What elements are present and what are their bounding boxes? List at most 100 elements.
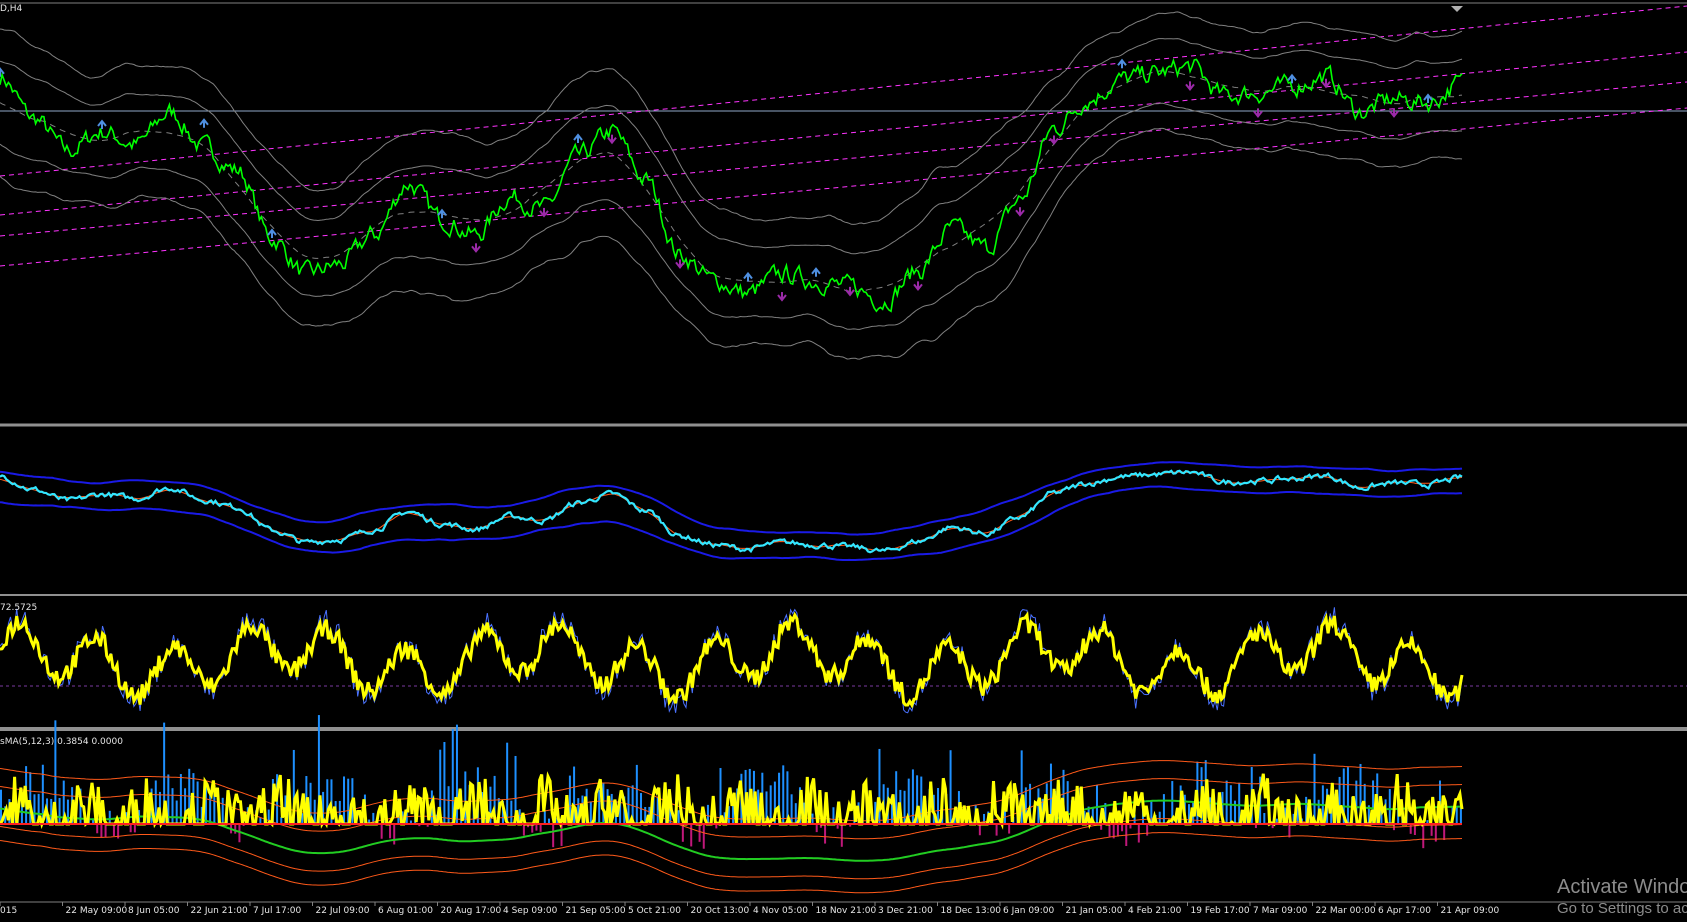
histogram-bar-negative	[104, 824, 107, 837]
time-tick-label: 015	[0, 906, 18, 916]
time-tick-label: 20 Oct 13:00	[690, 906, 750, 916]
time-tick-label: 18 Dec 13:00	[940, 906, 1002, 916]
histogram-bar-negative	[815, 824, 818, 833]
histogram-bar-positive	[1225, 780, 1228, 824]
histogram-bar-positive	[209, 793, 212, 824]
time-tick-label: 21 Apr 09:00	[1440, 906, 1500, 916]
time-tick-label: 4 Feb 21:00	[1128, 906, 1182, 916]
time-tick-label: 21 Sep 05:00	[565, 906, 626, 916]
histogram-bar-positive	[1346, 767, 1349, 824]
histogram-bar-negative	[1121, 824, 1124, 832]
histogram-bar-positive	[832, 807, 835, 824]
time-tick-label: 7 Mar 09:00	[1253, 906, 1308, 916]
histogram-bar-positive	[464, 771, 467, 824]
time-tick-label: 8 Jun 05:00	[128, 906, 180, 916]
time-tick-label: 5 Oct 21:00	[628, 906, 681, 916]
time-tick-label: 22 May 09:00	[65, 906, 128, 916]
histogram-bar-positive	[1095, 785, 1098, 824]
histogram-bar-positive	[175, 800, 178, 824]
histogram-bar-positive	[213, 792, 216, 824]
histogram-bar-negative	[978, 824, 981, 836]
time-tick-label: 18 Nov 21:00	[815, 906, 877, 916]
pane3-label: 72.5725	[0, 603, 38, 613]
histogram-bar-positive	[58, 797, 61, 824]
histogram-bar-positive	[196, 781, 199, 824]
histogram-bar-negative	[698, 824, 701, 842]
time-tick-label: 22 Mar 00:00	[1315, 906, 1376, 916]
histogram-bar-positive	[313, 799, 316, 824]
time-tick-label: 6 Jan 09:00	[1003, 906, 1055, 916]
histogram-bar-negative	[1146, 824, 1149, 836]
histogram-bar-negative	[522, 824, 525, 836]
time-tick-label: 19 Feb 17:00	[1190, 906, 1250, 916]
histogram-bar-positive	[598, 789, 601, 824]
histogram-bar-positive	[1388, 789, 1391, 824]
histogram-bar-negative	[1422, 824, 1425, 849]
histogram-bar-negative	[824, 824, 827, 844]
histogram-bar-negative	[112, 824, 115, 837]
histogram-bar-positive	[790, 794, 793, 824]
histogram-bar-positive	[443, 742, 446, 824]
histogram-bar-positive	[1162, 794, 1165, 824]
histogram-bar-negative	[1108, 824, 1111, 837]
histogram-bar-negative	[380, 824, 383, 839]
histogram-bar-positive	[280, 817, 283, 824]
time-tick-label: 3 Dec 21:00	[878, 906, 933, 916]
histogram-bar-positive	[543, 809, 546, 824]
histogram-bar-positive	[1263, 813, 1266, 824]
time-tick-label: 20 Aug 17:00	[440, 906, 502, 916]
pane4-label: sMA(5,12,3) 0.3854 0.0000	[0, 737, 123, 747]
histogram-bar-negative	[393, 824, 396, 845]
time-tick-label: 22 Jun 21:00	[190, 906, 248, 916]
time-tick-label: 6 Apr 17:00	[1378, 906, 1431, 916]
histogram-bar-negative	[1008, 824, 1011, 834]
histogram-bar-positive	[1455, 806, 1458, 824]
histogram-bar-positive	[635, 764, 638, 824]
histogram-bar-negative	[995, 824, 998, 836]
histogram-bar-positive	[983, 813, 986, 824]
histogram-bar-positive	[677, 810, 680, 824]
histogram-bar-positive	[903, 790, 906, 824]
histogram-bar-negative	[690, 824, 693, 847]
histogram-bar-negative	[100, 824, 103, 838]
histogram-bar-negative	[1288, 824, 1291, 838]
histogram-bar-negative	[96, 824, 99, 834]
histogram-bar-negative	[1137, 824, 1140, 843]
histogram-bar-positive	[1158, 811, 1161, 824]
chart-background	[0, 0, 1687, 922]
time-tick-label: 7 Jul 17:00	[253, 906, 302, 916]
time-tick-label: 22 Jul 09:00	[315, 906, 370, 916]
time-tick-label: 21 Jan 05:00	[1065, 906, 1123, 916]
histogram-bar-positive	[171, 788, 174, 824]
histogram-bar-negative	[840, 824, 843, 847]
histogram-bar-negative	[133, 824, 136, 833]
histogram-bar-positive	[108, 810, 111, 824]
time-tick-label: 4 Sep 09:00	[503, 906, 558, 916]
time-tick-label: 6 Aug 01:00	[378, 906, 433, 916]
activate-windows-title: Activate Windo	[1557, 876, 1687, 898]
histogram-bar-positive	[179, 774, 182, 824]
histogram-bar-positive	[506, 742, 509, 824]
histogram-bar-negative	[129, 824, 132, 833]
histogram-bar-negative	[1430, 824, 1433, 836]
histogram-bar-positive	[949, 750, 952, 824]
histogram-bar-negative	[1116, 824, 1119, 837]
trading-chart[interactable]	[0, 0, 1687, 922]
histogram-bar-negative	[552, 824, 555, 848]
histogram-bar-positive	[510, 800, 513, 824]
histogram-bar-negative	[389, 824, 392, 839]
histogram-bar-negative	[1409, 824, 1412, 834]
histogram-bar-positive	[782, 765, 785, 824]
histogram-bar-positive	[811, 813, 814, 824]
histogram-bar-negative	[1443, 824, 1446, 841]
activate-windows-subtitle: Go to Settings to ac	[1557, 900, 1687, 917]
histogram-bar-negative	[702, 824, 705, 849]
histogram-bar-positive	[221, 797, 224, 824]
histogram-bar-positive	[794, 803, 797, 824]
histogram-bar-negative	[539, 824, 542, 832]
histogram-bar-negative	[234, 824, 237, 834]
time-tick-label: 4 Nov 05:00	[753, 906, 808, 916]
histogram-bar-positive	[343, 776, 346, 824]
main-pane-label: D,H4	[0, 4, 23, 14]
histogram-bar-positive	[589, 801, 592, 824]
